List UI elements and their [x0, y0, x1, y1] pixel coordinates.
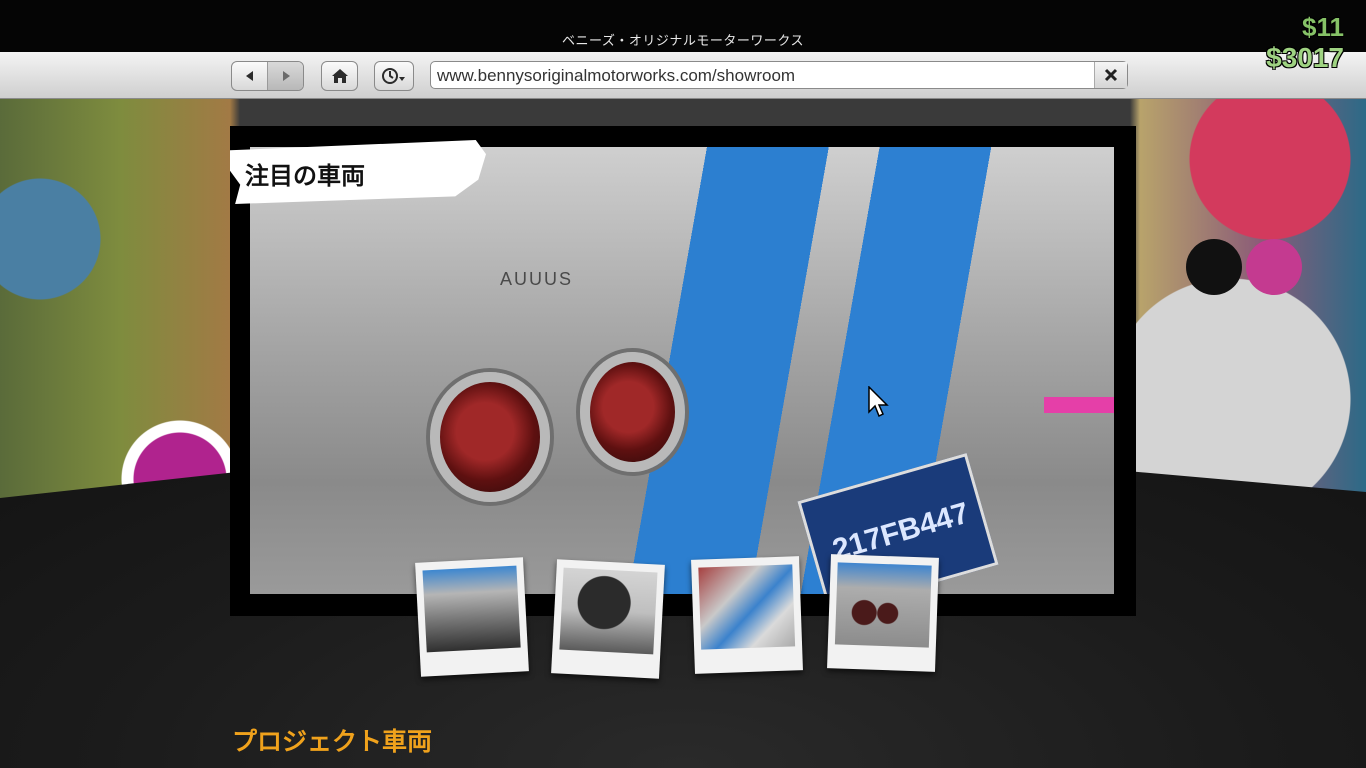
title-bar: ベニーズ・オリジナルモーターワークス — [0, 0, 1366, 52]
car-emblem: AUUUS — [500, 269, 574, 289]
browser-toolbar: www.bennysoriginalmotorworks.com/showroo… — [0, 52, 1366, 99]
project-vehicles-heading[interactable]: プロジェクト車両 — [232, 722, 432, 758]
address-bar[interactable]: www.bennysoriginalmotorworks.com/showroo… — [430, 61, 1128, 89]
close-icon — [1104, 68, 1118, 82]
thumbnail-image — [834, 562, 932, 648]
skull-eye-right — [1246, 239, 1302, 295]
tail-light-left — [430, 372, 550, 502]
neon-light — [1044, 397, 1114, 413]
history-button[interactable] — [375, 62, 413, 90]
mouse-cursor-icon — [868, 386, 889, 418]
thumbnail-image — [698, 564, 796, 650]
history-button-group — [374, 61, 414, 91]
tail-light-right — [580, 352, 685, 472]
home-button-group — [321, 61, 358, 91]
home-icon — [331, 69, 348, 83]
nav-button-group — [231, 61, 304, 91]
url-clear-button[interactable] — [1094, 62, 1127, 88]
game-browser-screen: ベニーズ・オリジナルモーターワークス www.bennysoriginalmot… — [0, 0, 1366, 768]
featured-vehicle-frame: AUUUS 217FB447 — [230, 126, 1136, 616]
thumbnail-front-view[interactable] — [415, 557, 529, 677]
clock-dropdown-icon — [382, 68, 405, 84]
bank-amount: $3017 — [1266, 42, 1344, 73]
back-arrow-icon — [245, 71, 253, 81]
skull-eye-left — [1186, 239, 1242, 295]
featured-vehicle-label: 注目の車両 — [245, 162, 365, 190]
back-button[interactable] — [232, 62, 267, 90]
thumbnail-image — [422, 565, 521, 653]
thumbnail-rear-view[interactable] — [827, 554, 939, 672]
thumbnail-image — [559, 567, 658, 655]
featured-vehicle-photo[interactable]: AUUUS 217FB447 — [250, 147, 1114, 594]
forward-button[interactable] — [267, 62, 303, 90]
url-text: www.bennysoriginalmotorworks.com/showroo… — [437, 66, 796, 85]
window-title: ベニーズ・オリジナルモーターワークス — [562, 34, 804, 49]
forward-arrow-icon — [282, 71, 290, 81]
home-button[interactable] — [322, 62, 357, 90]
cash-amount: $11 — [1302, 12, 1344, 42]
thumbnail-hood-view[interactable] — [691, 556, 803, 674]
thumbnail-interior-view[interactable] — [551, 559, 665, 679]
